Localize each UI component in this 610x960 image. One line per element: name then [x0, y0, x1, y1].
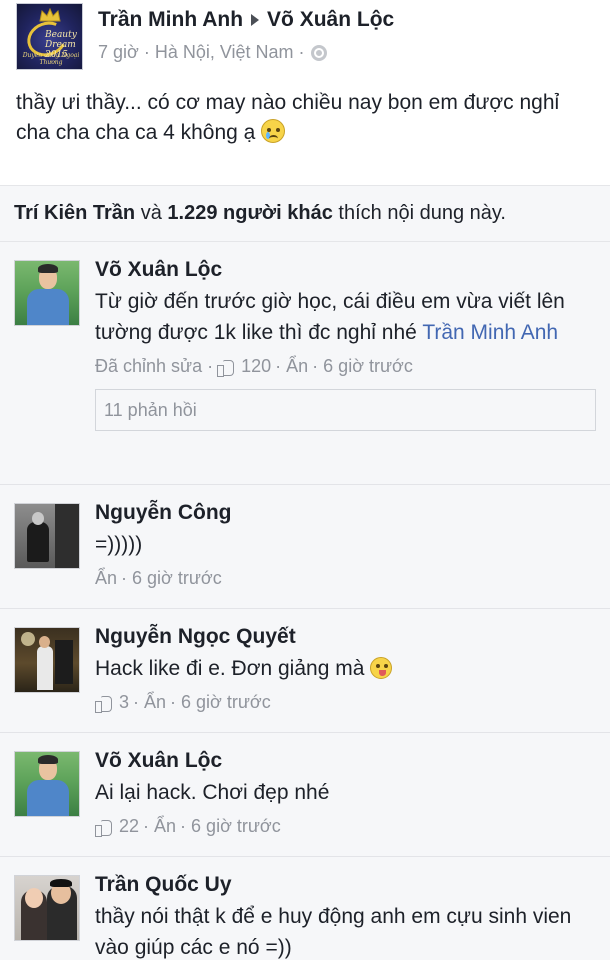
comment-text: Từ giờ đến trước giờ học, cái điều em vừ…: [95, 286, 596, 348]
post-text-content: thầy ưi thầy... có cơ may nào chiều nay …: [16, 91, 560, 144]
likes-conj: và: [140, 202, 162, 224]
post-text: thầy ưi thầy... có cơ may nào chiều nay …: [16, 88, 594, 148]
avatar[interactable]: [14, 260, 80, 326]
like-thumb-icon: [95, 695, 113, 713]
comment-time[interactable]: · 6 giờ trước: [121, 568, 222, 589]
hide-link[interactable]: · Ẩn: [143, 816, 176, 837]
comment-time[interactable]: · 6 giờ trước: [312, 356, 413, 377]
avatar[interactable]: [14, 503, 80, 569]
like-thumb-icon: [217, 359, 235, 377]
comment: Nguyễn Ngọc Quyết Hack like đi e. Đơn gi…: [0, 609, 610, 733]
post-author-avatar[interactable]: Beauty Dream 2015 Duyên dáng Ngoại Thươn…: [16, 3, 83, 70]
comment-list: Võ Xuân Lộc Từ giờ đến trước giờ học, cá…: [0, 242, 610, 960]
comment-author[interactable]: Võ Xuân Lộc: [95, 747, 596, 775]
comment-author[interactable]: Võ Xuân Lộc: [95, 256, 596, 284]
hide-link[interactable]: · Ẩn: [275, 356, 308, 377]
post-header: Trần Minh Anh Võ Xuân Lộc 7 giờ · Hà Nội…: [98, 8, 594, 63]
avatar-logo-sub: Duyên dáng Ngoại Thương: [22, 52, 80, 66]
tongue-emoji-icon: [370, 657, 393, 679]
avatar[interactable]: [14, 875, 80, 941]
comment-meta: Đã chỉnh sửa · 120 · Ẩn · 6 giờ trước: [95, 356, 596, 377]
hide-link[interactable]: · Ẩn: [133, 692, 166, 713]
post-time-location[interactable]: 7 giờ · Hà Nội, Việt Nam ·: [98, 42, 305, 63]
crying-emoji-icon: [261, 119, 286, 143]
globe-icon: [310, 44, 327, 61]
replies-link[interactable]: 11 phản hồi: [95, 389, 596, 431]
comment: Võ Xuân Lộc Ai lại hack. Chơi đẹp nhé 22…: [0, 733, 610, 857]
edited-label[interactable]: Đã chỉnh sửa ·: [95, 356, 213, 377]
comment-like-count[interactable]: 120: [241, 356, 271, 377]
comment-text: thầy nói thật k để e huy động anh em cựu…: [95, 905, 572, 959]
post-author-name[interactable]: Trần Minh Anh: [98, 8, 243, 32]
likes-first-name[interactable]: Trí Kiên Trần: [14, 202, 135, 224]
comment-time[interactable]: · 6 giờ trước: [170, 692, 271, 713]
arrow-right-icon: [251, 14, 260, 26]
likes-others[interactable]: 1.229 người khác: [167, 202, 332, 224]
post-target-name[interactable]: Võ Xuân Lộc: [267, 8, 394, 32]
comment-meta: 3 · Ẩn · 6 giờ trước: [95, 692, 596, 713]
comment-meta: Ẩn · 6 giờ trước: [95, 568, 596, 589]
comment-text: Hack like đi e. Đơn giảng mà: [95, 653, 596, 684]
comment-like-count[interactable]: 22: [119, 816, 139, 837]
comment-author[interactable]: Nguyễn Công: [95, 499, 596, 527]
hide-link[interactable]: Ẩn: [95, 568, 117, 589]
comment-text-content: Hack like đi e. Đơn giảng mà: [95, 657, 365, 680]
likes-suffix: thích nội dung này.: [338, 202, 506, 224]
post-meta: 7 giờ · Hà Nội, Việt Nam ·: [98, 42, 594, 63]
comment: Nguyễn Công =))))) Ẩn · 6 giờ trước: [0, 485, 610, 609]
comment: Võ Xuân Lộc Từ giờ đến trước giờ học, cá…: [0, 242, 610, 485]
comment-mention-link[interactable]: Trần Minh Anh: [422, 321, 558, 344]
post: Beauty Dream 2015 Duyên dáng Ngoại Thươn…: [0, 0, 610, 186]
comment-like-count[interactable]: 3: [119, 692, 129, 713]
comment-meta: 22 · Ẩn · 6 giờ trước: [95, 816, 596, 837]
post-authors: Trần Minh Anh Võ Xuân Lộc: [98, 8, 594, 32]
comment: Trần Quốc Uy thầy nói thật k để e huy độ…: [0, 857, 610, 960]
avatar[interactable]: [14, 627, 80, 693]
like-thumb-icon: [95, 819, 113, 837]
likes-summary[interactable]: Trí Kiên Trần và 1.229 người khác thích …: [0, 186, 610, 242]
comment-author[interactable]: Nguyễn Ngọc Quyết: [95, 623, 596, 651]
comment-text: Ai lại hack. Chơi đẹp nhé: [95, 781, 330, 804]
comment-time[interactable]: · 6 giờ trước: [180, 816, 281, 837]
comment-text: =))))): [95, 533, 143, 556]
avatar[interactable]: [14, 751, 80, 817]
comment-author[interactable]: Trần Quốc Uy: [95, 871, 596, 899]
crown-icon: [39, 8, 61, 22]
